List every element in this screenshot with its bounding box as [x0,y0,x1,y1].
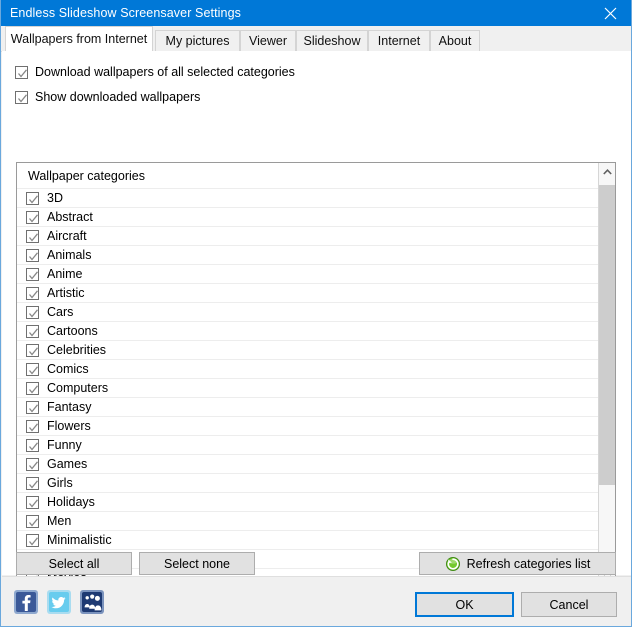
category-checkbox[interactable] [26,287,39,300]
option-show-downloaded[interactable]: Show downloaded wallpapers [15,90,200,104]
twitter-icon[interactable] [46,589,72,615]
list-item-label: Cartoons [47,324,98,338]
cancel-button[interactable]: Cancel [521,592,617,617]
tab-label: Wallpapers from Internet [11,32,147,46]
list-item[interactable]: Holidays [17,493,598,512]
category-checkbox[interactable] [26,306,39,319]
select-all-button[interactable]: Select all [16,552,132,575]
tab-about[interactable]: About [430,30,480,51]
window-title: Endless Slideshow Screensaver Settings [1,6,241,20]
tab-label: About [439,34,472,48]
list-item-label: Comics [47,362,89,376]
tab-label: Internet [378,34,420,48]
checkbox-download-wallpapers[interactable] [15,66,28,79]
list-item-label: Girls [47,476,73,490]
list-item-label: Artistic [47,286,85,300]
list-item[interactable]: Minimalistic [17,531,598,550]
list-item-label: Flowers [47,419,91,433]
list-item-label: Fantasy [47,400,91,414]
settings-window: Endless Slideshow Screensaver Settings W… [0,0,632,627]
category-checkbox[interactable] [26,363,39,376]
footer-bar: OK Cancel [2,576,631,626]
refresh-categories-button[interactable]: Refresh categories list [419,552,616,575]
category-checkbox[interactable] [26,344,39,357]
tab-content-wallpapers-from-internet: Download wallpapers of all selected cate… [2,51,631,575]
list-item-label: Computers [47,381,108,395]
option-download-wallpapers-label: Download wallpapers of all selected cate… [35,65,295,79]
categories-listbox: Wallpaper categories 3D Abstract Aircraft A… [16,162,616,587]
list-item[interactable]: Cars [17,303,598,322]
list-item[interactable]: Cartoons [17,322,598,341]
list-item-label: Holidays [47,495,95,509]
list-item[interactable]: Anime [17,265,598,284]
category-checkbox[interactable] [26,496,39,509]
select-none-button[interactable]: Select none [139,552,255,575]
list-item[interactable]: Animals [17,246,598,265]
tab-viewer[interactable]: Viewer [240,30,296,51]
categories-list-header: Wallpaper categories [17,163,598,189]
list-item[interactable]: Aircraft [17,227,598,246]
list-item-label: Anime [47,267,82,281]
refresh-categories-label: Refresh categories list [467,557,591,571]
list-item[interactable]: Celebrities [17,341,598,360]
checkbox-show-downloaded[interactable] [15,91,28,104]
tab-internet[interactable]: Internet [368,30,430,51]
list-item[interactable]: Abstract [17,208,598,227]
category-checkbox[interactable] [26,439,39,452]
list-item-label: Cars [47,305,73,319]
list-item[interactable]: 3D [17,189,598,208]
categories-scrollbar[interactable] [598,163,615,586]
category-checkbox[interactable] [26,249,39,262]
list-item-label: Minimalistic [47,533,112,547]
category-checkbox[interactable] [26,477,39,490]
category-checkbox[interactable] [26,325,39,338]
list-item[interactable]: Flowers [17,417,598,436]
category-checkbox[interactable] [26,515,39,528]
tab-label: Viewer [249,34,287,48]
list-item-label: Games [47,457,87,471]
tab-wallpapers-from-internet[interactable]: Wallpapers from Internet [5,26,153,51]
list-item[interactable]: Funny [17,436,598,455]
categories-list-rows: 3D Abstract Aircraft Animals Anime Artistic Ca… [17,189,598,586]
myspace-icon[interactable] [79,589,105,615]
tab-strip: Wallpapers from Internet My pictures Viewe… [1,26,632,52]
option-show-downloaded-label: Show downloaded wallpapers [35,90,200,104]
list-item[interactable]: Computers [17,379,598,398]
category-checkbox[interactable] [26,458,39,471]
list-item-label: Animals [47,248,91,262]
ok-button[interactable]: OK [415,592,514,617]
list-item[interactable]: Comics [17,360,598,379]
category-checkbox[interactable] [26,211,39,224]
chevron-up-icon[interactable] [599,163,615,180]
tab-slideshow[interactable]: Slideshow [296,30,368,51]
facebook-icon[interactable] [13,589,39,615]
category-checkbox[interactable] [26,401,39,414]
category-checkbox[interactable] [26,534,39,547]
tab-label: My pictures [166,34,230,48]
list-item[interactable]: Girls [17,474,598,493]
category-checkbox[interactable] [26,230,39,243]
list-item[interactable]: Fantasy [17,398,598,417]
category-checkbox[interactable] [26,192,39,205]
list-item[interactable]: Games [17,455,598,474]
tab-my-pictures[interactable]: My pictures [155,30,240,51]
titlebar: Endless Slideshow Screensaver Settings [1,0,632,26]
list-item[interactable]: Artistic [17,284,598,303]
close-icon[interactable] [588,0,632,26]
category-checkbox[interactable] [26,382,39,395]
refresh-icon [445,556,461,572]
category-checkbox[interactable] [26,420,39,433]
category-checkbox[interactable] [26,268,39,281]
tab-label: Slideshow [304,34,361,48]
list-item-label: Abstract [47,210,93,224]
list-item[interactable]: Men [17,512,598,531]
list-item-label: Funny [47,438,82,452]
list-item-label: Aircraft [47,229,87,243]
list-item-label: 3D [47,191,63,205]
scrollbar-thumb[interactable] [599,185,615,485]
list-item-label: Celebrities [47,343,106,357]
list-item-label: Men [47,514,71,528]
option-download-wallpapers[interactable]: Download wallpapers of all selected cate… [15,65,295,79]
